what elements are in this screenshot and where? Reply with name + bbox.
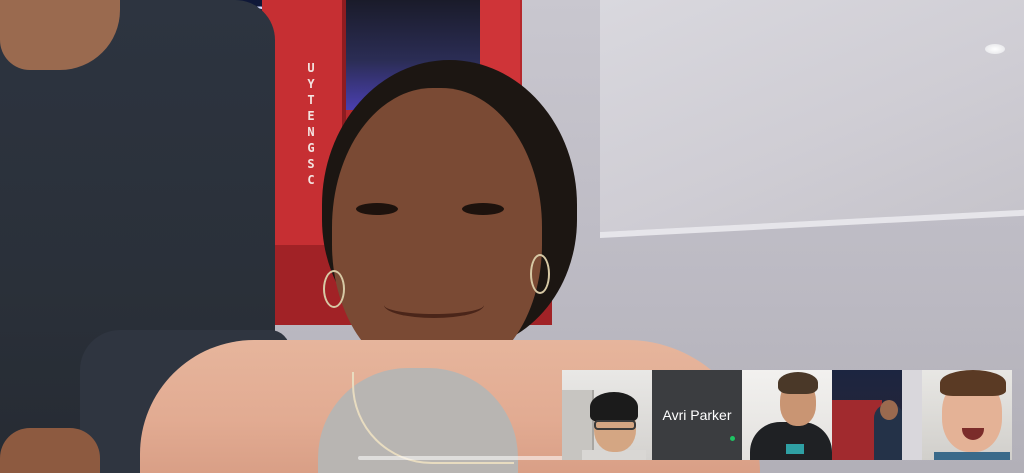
shirt-logo [786,444,804,454]
speaking-indicator-icon [730,436,735,441]
left-earring [323,270,345,308]
whiteboard [600,0,1024,238]
vertical-sign: UYTENGSC [307,61,315,187]
tile-wall [902,370,922,460]
speaker-smile [384,292,484,318]
participant-hair [778,372,818,394]
participant-tile-4[interactable] [832,370,922,460]
speaker-face [332,88,542,378]
participant-tile-1[interactable] [562,370,652,460]
participant-hoodie [750,422,832,460]
participant-face [880,400,898,420]
speaker-left-eye [356,203,398,215]
participant-glasses [594,420,636,430]
participant-hair [940,370,1006,396]
participant-tile-3[interactable] [742,370,832,460]
speaker-right-eye [462,203,504,215]
participant-tile-avri-parker[interactable]: Avri Parker [652,370,742,460]
participant-hair [590,392,638,422]
participant-name-label: Avri Parker [662,407,732,423]
participant-filmstrip: Avri Parker [562,370,1012,460]
light-reflection [985,44,1005,54]
standing-person-hand [0,428,100,473]
participant-tile-5[interactable] [922,370,1012,460]
participant-shirt [934,452,1010,460]
right-earring [530,254,550,294]
